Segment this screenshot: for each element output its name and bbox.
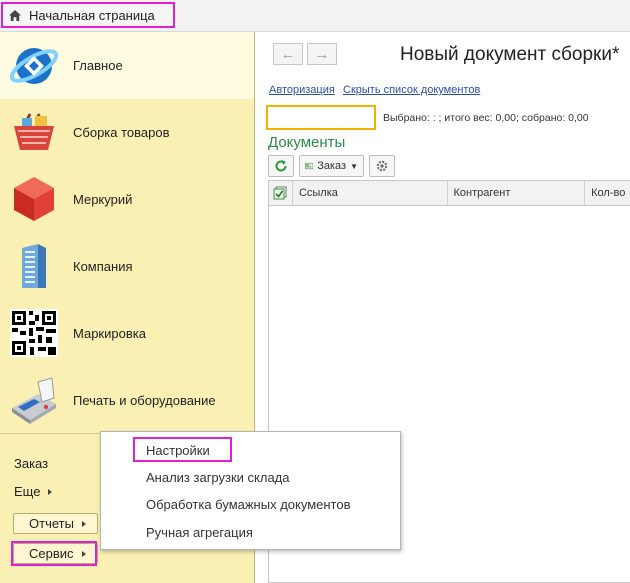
sidebar-item-printing[interactable]: Печать и оборудование xyxy=(0,367,254,434)
order-dropdown-button[interactable]: Заказ ▼ xyxy=(299,155,364,177)
more-label: Еще xyxy=(14,484,41,499)
select-all-column[interactable] xyxy=(269,181,293,205)
sidebar-item-company[interactable]: Компания xyxy=(0,233,254,300)
arrow-right-icon: → xyxy=(314,45,330,63)
home-tab-label: Начальная страница xyxy=(29,7,155,23)
sidebar-more-menu[interactable]: Еще xyxy=(14,484,53,499)
authorization-link[interactable]: Авторизация xyxy=(269,84,335,96)
column-header-label: Кол-во xyxy=(591,187,626,199)
arrow-left-icon: ← xyxy=(280,45,296,63)
service-highlight xyxy=(11,541,97,566)
sidebar-item-mercury[interactable]: Меркурий xyxy=(0,166,254,233)
column-header-label: Контрагент xyxy=(453,187,511,199)
document-title: Новый документ сборки* xyxy=(400,44,620,65)
menu-item-warehouse-load-analysis[interactable]: Анализ загрузки склада xyxy=(146,470,290,485)
sidebar-item-marking[interactable]: Маркировка xyxy=(0,300,254,367)
forward-button[interactable]: → xyxy=(307,43,337,65)
home-page-tab[interactable]: Начальная страница xyxy=(1,2,175,28)
chevron-right-icon xyxy=(48,488,53,495)
column-header-counterparty[interactable]: Контрагент xyxy=(448,181,586,205)
building-icon xyxy=(22,244,46,288)
sidebar-item-label: Меркурий xyxy=(73,192,133,207)
document-icon xyxy=(305,162,314,170)
globe-icon xyxy=(9,48,59,84)
sidebar-item-goods-assembly[interactable]: Сборка товаров xyxy=(0,99,254,166)
sidebar-item-label: Компания xyxy=(73,259,133,274)
home-icon xyxy=(9,9,21,21)
documents-section-title: Документы xyxy=(268,134,346,151)
documents-toolbar: Заказ ▼ xyxy=(268,155,395,177)
qr-code-icon xyxy=(10,309,58,357)
top-bar: Начальная страница xyxy=(0,0,630,32)
sidebar-item-label: Маркировка xyxy=(73,326,146,341)
service-popup-menu: Настройки Анализ загрузки склада Обработ… xyxy=(100,431,401,550)
column-header-link[interactable]: Ссылка xyxy=(293,181,448,205)
refresh-icon xyxy=(275,160,287,172)
column-header-quantity[interactable]: Кол-во xyxy=(585,181,630,205)
hide-documents-link[interactable]: Скрыть список документов xyxy=(343,84,480,96)
order-dropdown-label: Заказ xyxy=(317,160,347,172)
column-header-label: Ссылка xyxy=(298,187,338,199)
checkbox-icon xyxy=(273,186,287,200)
reports-button[interactable]: Отчеты xyxy=(13,513,98,534)
sidebar-item-label: Печать и оборудование xyxy=(73,393,216,408)
settings-highlight xyxy=(133,437,232,462)
payment-terminal-icon xyxy=(12,377,56,424)
reports-label: Отчеты xyxy=(29,516,74,531)
selected-info: Выбрано: : ; итого вес: 0,00; собрано: 0… xyxy=(383,112,589,124)
menu-item-manual-aggregation[interactable]: Ручная агрегация xyxy=(146,525,253,540)
basket-icon xyxy=(14,113,54,150)
gear-icon xyxy=(376,160,388,172)
sidebar-item-label: Сборка товаров xyxy=(73,125,170,140)
chevron-right-icon xyxy=(81,520,86,527)
table-header: Ссылка Контрагент Кол-во xyxy=(269,181,630,206)
refresh-button[interactable] xyxy=(268,155,294,177)
sidebar-item-main[interactable]: Главное xyxy=(0,32,254,99)
sidebar-order-link[interactable]: Заказ xyxy=(14,456,48,471)
menu-item-paper-documents[interactable]: Обработка бумажных документов xyxy=(146,497,350,512)
chevron-down-icon: ▼ xyxy=(350,161,358,171)
sidebar-item-label: Главное xyxy=(73,58,123,73)
settings-button[interactable] xyxy=(369,155,395,177)
cube-icon xyxy=(14,177,54,221)
back-button[interactable]: ← xyxy=(273,43,303,65)
barcode-input[interactable] xyxy=(266,105,376,130)
